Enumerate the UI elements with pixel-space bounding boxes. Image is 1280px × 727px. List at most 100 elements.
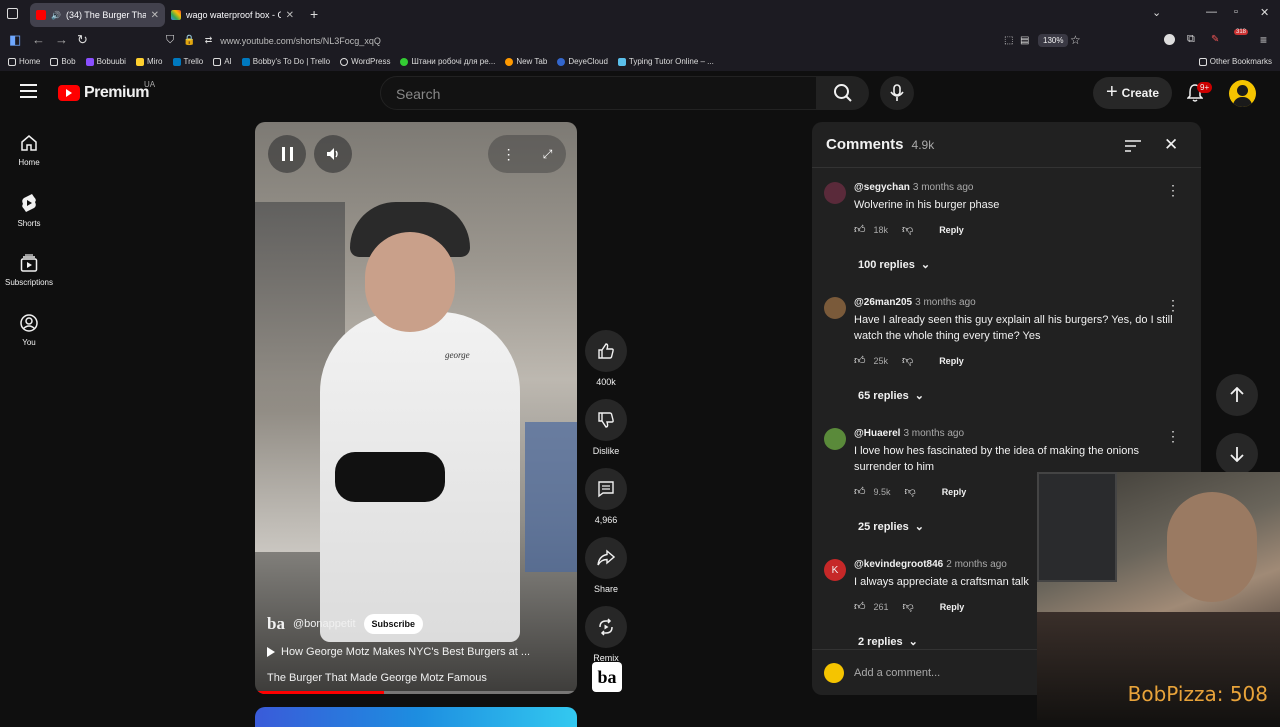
previous-short-button[interactable] bbox=[1216, 374, 1258, 416]
reload-icon[interactable]: ↻ bbox=[77, 32, 88, 48]
bookmark-item[interactable]: Miro bbox=[135, 57, 163, 66]
menu-icon[interactable]: ≡ bbox=[1260, 33, 1267, 47]
screenshot-icon[interactable]: ⬚ bbox=[1004, 35, 1013, 46]
bookmark-item[interactable]: Home bbox=[8, 57, 40, 66]
channel-name[interactable]: @bonappetit bbox=[293, 618, 356, 630]
short-video-player[interactable]: george ⋮ ⤢ ba @bonappetit Subscribe How … bbox=[255, 122, 577, 694]
comments-button[interactable] bbox=[585, 468, 627, 510]
thumbs-up-icon[interactable]: 👍︎ bbox=[854, 354, 866, 367]
pause-button[interactable] bbox=[268, 135, 306, 173]
bookmark-item[interactable]: Typing Tutor Online – ... bbox=[617, 57, 714, 66]
comment-username[interactable]: @kevindegroot846 bbox=[854, 559, 943, 570]
avatar[interactable] bbox=[824, 428, 846, 450]
extension-icon[interactable]: ✎ bbox=[1211, 34, 1219, 45]
reply-button[interactable]: Reply bbox=[939, 356, 964, 366]
sidebar-item-you[interactable]: You bbox=[0, 300, 58, 360]
sidebar-item-shorts[interactable]: Shorts bbox=[0, 180, 58, 240]
thumbs-down-icon[interactable]: 👎︎ bbox=[902, 354, 913, 367]
thumbs-up-icon[interactable]: 👍︎ bbox=[854, 223, 866, 236]
replies-toggle[interactable]: 100 replies ⌄ bbox=[858, 258, 1194, 272]
close-tab-icon[interactable]: ✕ bbox=[151, 10, 159, 21]
create-button[interactable]: + Create bbox=[1093, 77, 1172, 109]
next-short-button[interactable] bbox=[1216, 433, 1258, 475]
thumbs-up-icon[interactable]: 👍︎ bbox=[854, 485, 866, 498]
close-tab-icon[interactable]: ✕ bbox=[286, 10, 294, 21]
more-vert-icon[interactable]: ⋮ bbox=[502, 146, 516, 163]
reply-button[interactable]: Reply bbox=[939, 225, 964, 235]
video-progress-bar[interactable] bbox=[255, 691, 577, 694]
tab-youtube-sound-icon[interactable]: 🔊 bbox=[51, 11, 61, 20]
tab-list-icon[interactable] bbox=[7, 8, 18, 19]
close-icon[interactable]: ✕ bbox=[1164, 135, 1178, 155]
url-text[interactable]: www.youtube.com/shorts/NL3Focg_xqQ bbox=[220, 36, 381, 46]
linked-video[interactable]: How George Motz Makes NYC's Best Burgers… bbox=[267, 646, 567, 658]
hamburger-menu-icon[interactable] bbox=[20, 84, 37, 98]
back-icon[interactable]: ← bbox=[32, 32, 45, 47]
bookmark-item[interactable]: Штани робочі для ре... bbox=[400, 57, 495, 66]
extension-badge[interactable]: 318 bbox=[1234, 29, 1249, 35]
like-button[interactable] bbox=[585, 330, 627, 372]
avatar[interactable] bbox=[824, 297, 846, 319]
minimize-icon[interactable]: — bbox=[1206, 6, 1217, 18]
address-bar[interactable]: ⛉ 🔒 ⇄ www.youtube.com/shorts/NL3Focg_xqQ bbox=[166, 31, 1086, 50]
bookmark-item[interactable]: AI bbox=[213, 57, 232, 66]
thumbs-down-icon[interactable]: 👎︎ bbox=[903, 600, 914, 613]
more-vert-icon[interactable]: ⋮ bbox=[1166, 297, 1180, 314]
more-vert-icon[interactable]: ⋮ bbox=[1166, 428, 1180, 445]
youtube-logo[interactable]: Premium bbox=[58, 84, 149, 102]
search-input[interactable]: Search bbox=[380, 76, 817, 110]
add-comment-input[interactable]: Add a comment... bbox=[854, 667, 940, 679]
sidebar-toggle-icon[interactable]: ◧ bbox=[9, 32, 21, 48]
reader-view-icon[interactable]: ▤ bbox=[1020, 35, 1029, 46]
thumbs-up-icon[interactable]: 👍︎ bbox=[854, 600, 866, 613]
subscribe-button[interactable]: Subscribe bbox=[363, 614, 424, 634]
tab-youtube[interactable]: 🔊 (34) The Burger That Made ✕ bbox=[30, 3, 165, 27]
comment-author[interactable]: @Huaerel 3 months ago bbox=[854, 428, 1194, 439]
bookmark-item[interactable]: Bobby's To Do | Trello bbox=[241, 57, 330, 66]
bookmark-item[interactable]: Trello bbox=[172, 57, 203, 66]
reply-button[interactable]: Reply bbox=[940, 602, 965, 612]
permissions-icon[interactable]: ⇄ bbox=[205, 35, 213, 46]
avatar[interactable] bbox=[1229, 80, 1256, 107]
channel-avatar[interactable]: ba bbox=[592, 662, 622, 692]
avatar[interactable] bbox=[824, 182, 846, 204]
voice-search-button[interactable] bbox=[880, 76, 914, 110]
volume-button[interactable] bbox=[314, 135, 352, 173]
forward-icon[interactable]: → bbox=[55, 32, 68, 47]
comment-username[interactable]: @Huaerel bbox=[854, 428, 900, 439]
sort-icon[interactable] bbox=[1125, 139, 1141, 152]
next-short-preview[interactable] bbox=[255, 707, 577, 727]
tab-overflow-chevron-icon[interactable]: ⌄ bbox=[1152, 6, 1161, 19]
bookmark-item[interactable]: Bob bbox=[50, 57, 76, 66]
remix-button[interactable] bbox=[585, 606, 627, 648]
comment-author[interactable]: @segychan 3 months ago bbox=[854, 182, 1194, 193]
zoom-level[interactable]: 130% bbox=[1038, 34, 1069, 47]
more-vert-icon[interactable]: ⋮ bbox=[1166, 182, 1180, 199]
share-button[interactable] bbox=[585, 537, 627, 579]
search-button[interactable] bbox=[817, 76, 869, 110]
lock-icon[interactable]: 🔒 bbox=[183, 35, 195, 46]
comment-username[interactable]: @26man205 bbox=[854, 297, 912, 308]
bookmark-item[interactable]: WordPress bbox=[340, 57, 390, 66]
comment-username[interactable]: @segychan bbox=[854, 182, 910, 193]
sidebar-item-home[interactable]: Home bbox=[0, 120, 58, 180]
bookmark-item[interactable]: New Tab bbox=[505, 57, 547, 66]
account-icon[interactable] bbox=[1164, 34, 1175, 45]
dislike-button[interactable] bbox=[585, 399, 627, 441]
replies-toggle[interactable]: 65 replies ⌄ bbox=[858, 389, 1194, 403]
other-bookmarks[interactable]: Other Bookmarks bbox=[1198, 57, 1272, 66]
tab-google[interactable]: wago waterproof box - Google ✕ bbox=[165, 3, 300, 27]
sidebar-item-subscriptions[interactable]: Subscriptions bbox=[0, 240, 58, 300]
bookmark-item[interactable]: DeyeCloud bbox=[557, 57, 608, 66]
maximize-icon[interactable]: ▫ bbox=[1234, 6, 1238, 18]
fullscreen-icon[interactable]: ⤢ bbox=[543, 147, 553, 162]
reply-button[interactable]: Reply bbox=[942, 487, 967, 497]
comment-author[interactable]: @26man205 3 months ago bbox=[854, 297, 1194, 308]
extensions-icon[interactable]: ⧉ bbox=[1187, 33, 1195, 46]
close-window-icon[interactable]: ✕ bbox=[1260, 6, 1269, 19]
channel-logo[interactable]: ba bbox=[267, 614, 285, 634]
new-tab-icon[interactable]: + bbox=[310, 6, 318, 22]
avatar[interactable]: K bbox=[824, 559, 846, 581]
thumbs-down-icon[interactable]: 👎︎ bbox=[902, 223, 913, 236]
shield-icon[interactable]: ⛉ bbox=[166, 34, 174, 47]
